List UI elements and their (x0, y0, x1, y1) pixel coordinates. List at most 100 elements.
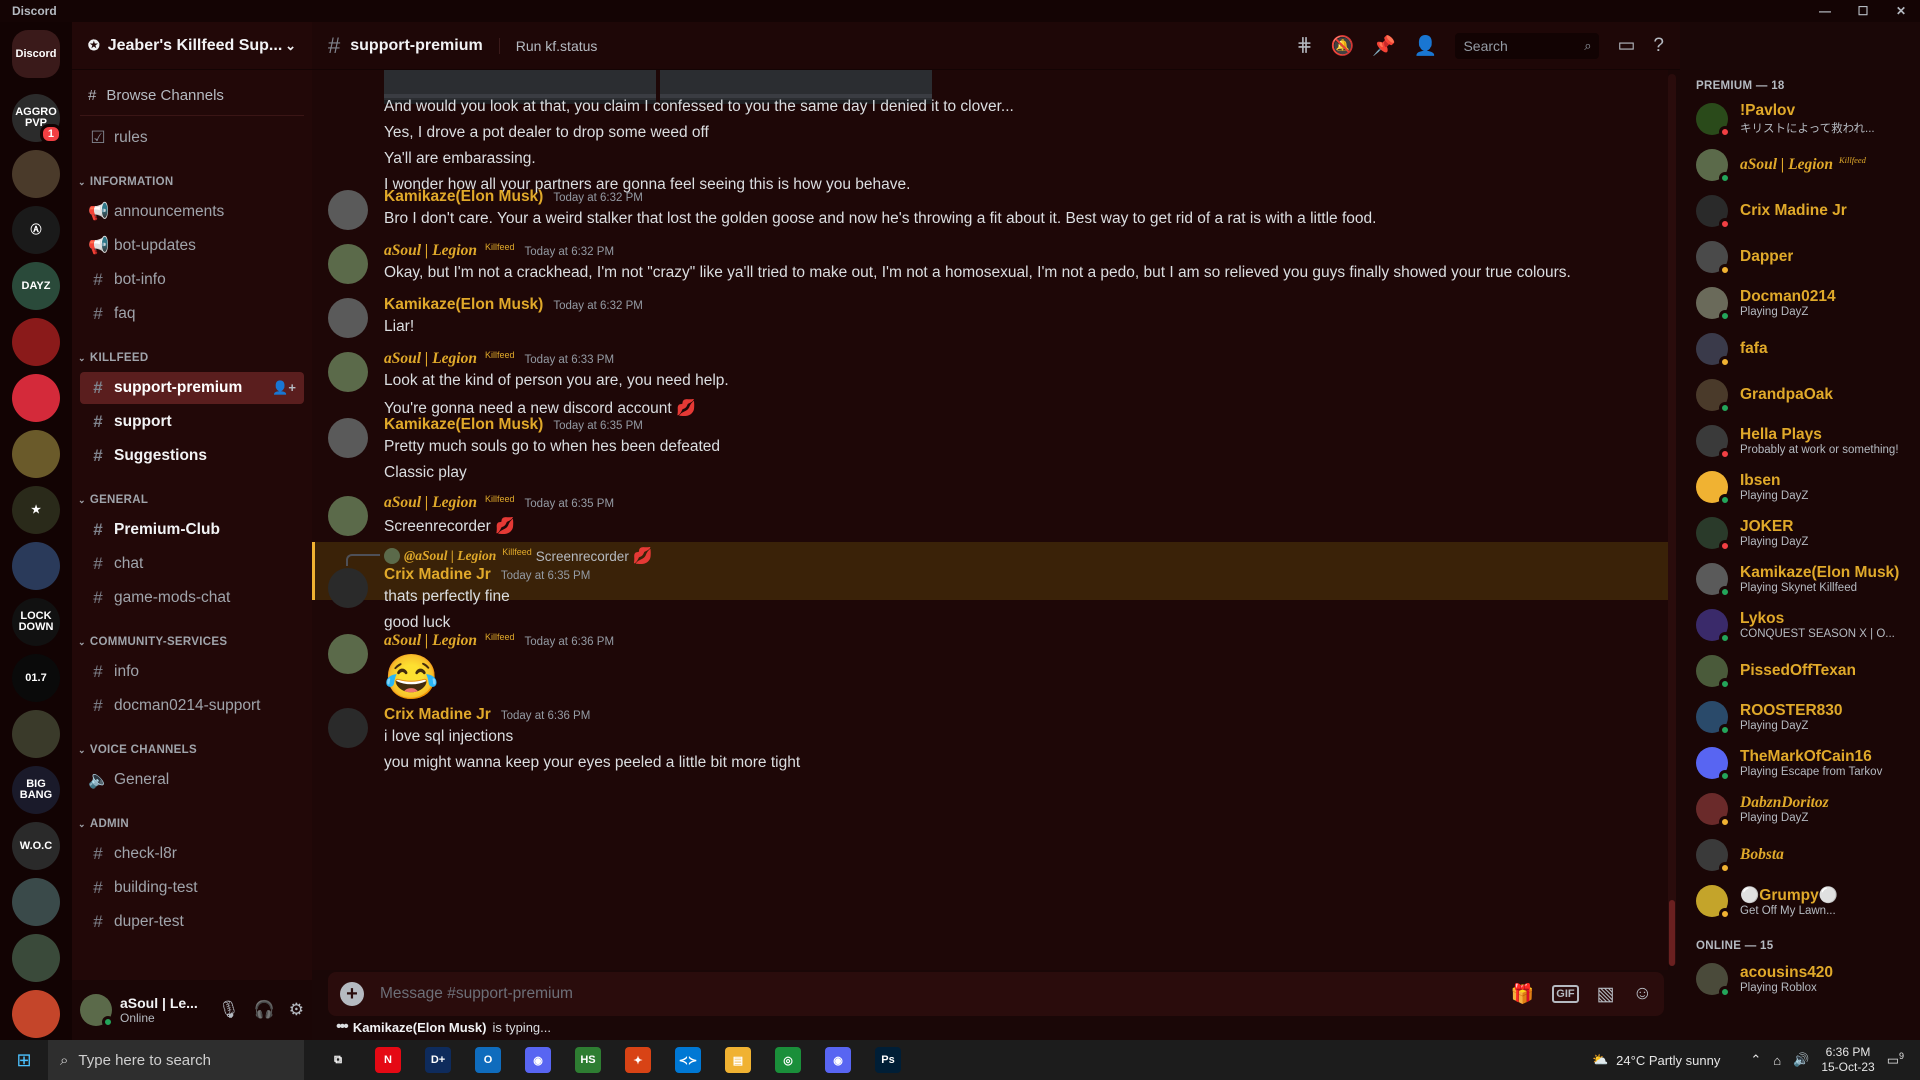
username[interactable]: Kamikaze(Elon Musk) (384, 416, 543, 434)
member-item[interactable]: acousins420 Playing Roblox (1688, 956, 1912, 1002)
member-item[interactable]: Bobsta (1688, 832, 1912, 878)
server-icon[interactable]: BIG BANG (12, 766, 60, 814)
member-item[interactable]: Docman0214 Playing DayZ (1688, 280, 1912, 326)
server-header[interactable]: ✪ Jeaber's Killfeed Sup... ⌄ (72, 22, 312, 70)
username[interactable]: aSoul | Legion (384, 632, 477, 650)
username[interactable]: aSoul | Legion (384, 242, 477, 260)
channel-chat[interactable]: # chat (80, 548, 304, 580)
close-button[interactable]: ✕ (1882, 0, 1920, 22)
inbox-icon[interactable]: ▭ (1617, 34, 1635, 57)
avatar[interactable] (328, 496, 368, 536)
channel-bot-updates[interactable]: 📢 bot-updates (80, 230, 304, 262)
browse-channels[interactable]: # Browse Channels (80, 76, 304, 116)
weather-widget[interactable]: ⛅ 24°C Partly sunny (1592, 1052, 1720, 1068)
network-icon[interactable]: ⌂ (1773, 1053, 1781, 1068)
channel-bot-info[interactable]: # bot-info (80, 264, 304, 296)
clock[interactable]: 6:36 PM 15-Oct-23 (1821, 1045, 1874, 1075)
server-icon[interactable] (12, 542, 60, 590)
notification-bell-icon[interactable]: 🔕 (1330, 34, 1354, 58)
avatar[interactable] (328, 418, 368, 458)
channel-topic[interactable]: Run kf.status (498, 37, 597, 54)
channel-rules[interactable]: ☑ rules (80, 122, 304, 154)
avatar[interactable] (328, 568, 368, 608)
volume-icon[interactable]: 🔊 (1793, 1052, 1809, 1068)
member-item[interactable]: DabznDoritoz Playing DayZ (1688, 786, 1912, 832)
channel-general[interactable]: 🔈 General (80, 764, 304, 796)
server-icon[interactable] (12, 430, 60, 478)
sticker-icon[interactable]: ▧ (1597, 983, 1615, 1006)
server-icon[interactable]: LOCK DOWN (12, 598, 60, 646)
category-header[interactable]: ⌄ GENERAL (72, 488, 312, 512)
channel-suggestions[interactable]: # Suggestions (80, 440, 304, 472)
username[interactable]: Crix Madine Jr (384, 566, 491, 584)
channel-faq[interactable]: # faq (80, 298, 304, 330)
member-item[interactable]: Dapper (1688, 234, 1912, 280)
windows-start-icon[interactable]: ⊞ (0, 1050, 48, 1071)
microphone-icon[interactable]: 🎙 (218, 1000, 240, 1020)
member-list-icon[interactable]: 👤 (1414, 34, 1438, 58)
server-icon[interactable]: ★ (12, 486, 60, 534)
taskbar-app-icon[interactable]: ◉ (518, 1040, 558, 1080)
category-header[interactable]: ⌄ ADMIN (72, 812, 312, 836)
channel-check-l8r[interactable]: # check-l8r (80, 838, 304, 870)
member-item[interactable]: GrandpaOak (1688, 372, 1912, 418)
gift-icon[interactable]: 🎁 (1511, 982, 1535, 1006)
channel-duper-test[interactable]: # duper-test (80, 906, 304, 938)
username[interactable]: aSoul | Legion (384, 494, 477, 512)
member-item[interactable]: Lykos CONQUEST SEASON X | O... (1688, 602, 1912, 648)
member-item[interactable]: !Pavlov キリストによって救われ... (1688, 96, 1912, 142)
member-item[interactable]: Kamikaze(Elon Musk) Playing Skynet Killfe… (1688, 556, 1912, 602)
server-icon[interactable] (12, 934, 60, 982)
username[interactable]: Crix Madine Jr (384, 706, 491, 724)
minimize-button[interactable]: — (1806, 0, 1844, 22)
gif-button[interactable]: GIF (1552, 985, 1579, 1003)
add-attachment-button[interactable]: + (340, 982, 364, 1006)
message-composer[interactable]: + Message #support-premium 🎁 GIF ▧ ☺ (328, 972, 1664, 1016)
member-item[interactable]: Crix Madine Jr (1688, 188, 1912, 234)
server-icon[interactable] (12, 710, 60, 758)
avatar[interactable] (328, 352, 368, 392)
category-header[interactable]: ⌄ INFORMATION (72, 170, 312, 194)
headphones-icon[interactable]: 🎧 (254, 1000, 275, 1020)
channel-docman0214-support[interactable]: # docman0214-support (80, 690, 304, 722)
member-item[interactable]: PissedOffTexan (1688, 648, 1912, 694)
help-icon[interactable]: ? (1653, 35, 1664, 57)
user-info[interactable]: aSoul | Le... Online (120, 995, 198, 1025)
avatar[interactable] (80, 994, 114, 1028)
member-item[interactable]: TheMarkOfCain16 Playing Escape from Tarko… (1688, 740, 1912, 786)
avatar[interactable] (328, 708, 368, 748)
taskbar-app-icon[interactable]: HS (568, 1040, 608, 1080)
member-item[interactable]: fafa (1688, 326, 1912, 372)
taskbar-app-icon[interactable]: Ps (868, 1040, 908, 1080)
category-header[interactable]: ⌄ KILLFEED (72, 346, 312, 370)
username[interactable]: aSoul | Legion (384, 350, 477, 368)
avatar[interactable] (328, 298, 368, 338)
channel-building-test[interactable]: # building-test (80, 872, 304, 904)
server-icon[interactable] (12, 374, 60, 422)
gear-icon[interactable]: ⚙ (289, 1000, 304, 1020)
username[interactable]: Kamikaze(Elon Musk) (384, 296, 543, 314)
channel-info[interactable]: # info (80, 656, 304, 688)
channel-support[interactable]: # support (80, 406, 304, 438)
server-icon[interactable]: AGGRO PVP 1 (12, 94, 62, 144)
server-icon[interactable]: Ⓐ (12, 206, 60, 254)
avatar[interactable] (328, 634, 368, 674)
taskbar-app-icon[interactable]: N (368, 1040, 408, 1080)
taskbar-app-icon[interactable]: ▤ (718, 1040, 758, 1080)
channel-announcements[interactable]: 📢 announcements (80, 196, 304, 228)
maximize-button[interactable]: ☐ (1844, 0, 1882, 22)
search-input[interactable]: Search ⌕ (1455, 32, 1600, 59)
avatar[interactable] (328, 190, 368, 230)
taskbar-app-icon[interactable]: ◉ (818, 1040, 858, 1080)
avatar[interactable] (328, 244, 368, 284)
reply-preview[interactable]: @aSoul | Legion Killfeed Screenrecorder 💋 (384, 546, 653, 566)
pin-icon[interactable]: 📌 (1372, 34, 1396, 58)
member-item[interactable]: ROOSTER830 Playing DayZ (1688, 694, 1912, 740)
server-icon[interactable] (12, 150, 60, 198)
member-item[interactable]: Ibsen Playing DayZ (1688, 464, 1912, 510)
threads-icon[interactable]: ⋕ (1297, 34, 1313, 57)
channel-premium-club[interactable]: # Premium-Club (80, 514, 304, 546)
taskbar-app-icon[interactable]: O (468, 1040, 508, 1080)
member-item[interactable]: JOKER Playing DayZ (1688, 510, 1912, 556)
server-icon[interactable]: W.O.C (12, 822, 60, 870)
